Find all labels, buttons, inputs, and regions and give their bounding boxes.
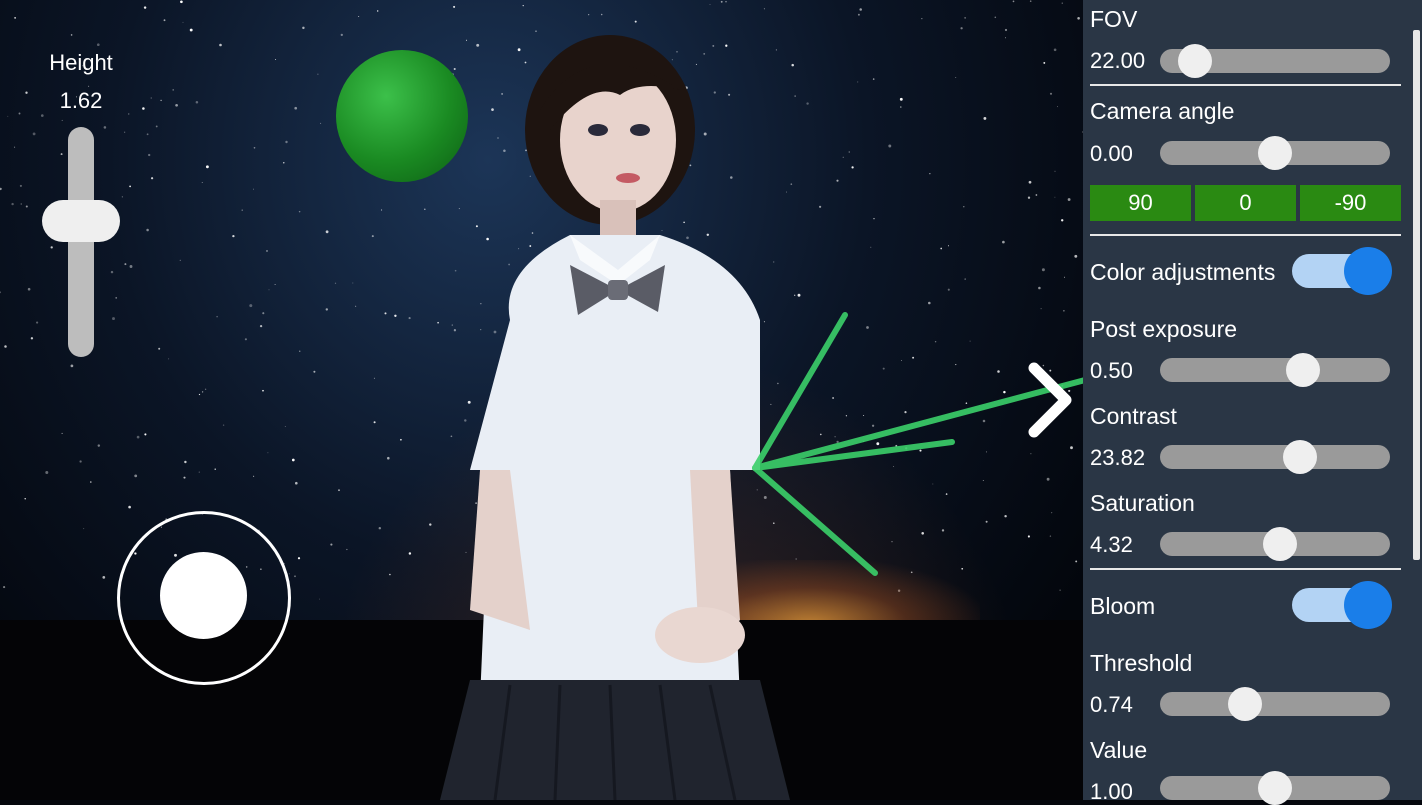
toggle-knob	[1344, 247, 1392, 295]
threshold-slider-thumb[interactable]	[1228, 687, 1263, 721]
value-slider[interactable]	[1160, 771, 1390, 805]
post-exposure-value: 0.50	[1090, 358, 1133, 383]
fov-slider[interactable]	[1160, 44, 1390, 78]
camera-angle-value: 0.00	[1090, 141, 1133, 166]
fov-value: 22.00	[1090, 48, 1146, 73]
camera-angle-slider[interactable]	[1160, 136, 1390, 170]
angle-90-button[interactable]: 90	[1090, 185, 1191, 221]
panel-scrollbar[interactable]	[1413, 30, 1420, 560]
bone-gizmo-rays	[752, 312, 1085, 576]
contrast-slider-thumb[interactable]	[1283, 440, 1318, 474]
fov-label: FOV	[1090, 6, 1138, 32]
post-exposure-slider[interactable]	[1160, 353, 1390, 387]
angle-0-button[interactable]: 0	[1195, 185, 1296, 221]
height-value: 1.62	[59, 88, 103, 113]
divider	[1090, 84, 1401, 86]
game-viewport[interactable]: Height 1.62	[0, 0, 1085, 800]
post-exposure-slider-thumb[interactable]	[1285, 353, 1320, 387]
saturation-slider-thumb[interactable]	[1262, 527, 1297, 561]
divider	[1090, 234, 1401, 236]
bloom-label: Bloom	[1090, 593, 1156, 619]
color-adjustments-toggle[interactable]	[1292, 247, 1392, 295]
threshold-label: Threshold	[1090, 650, 1193, 676]
divider	[1090, 568, 1401, 570]
contrast-value: 23.82	[1090, 445, 1146, 470]
saturation-label: Saturation	[1090, 490, 1195, 516]
threshold-slider[interactable]	[1160, 687, 1390, 721]
saturation-value: 4.32	[1090, 532, 1133, 557]
height-label: Height	[49, 50, 113, 75]
threshold-value: 0.74	[1090, 692, 1133, 717]
angle-minus-90-button[interactable]: -90	[1300, 185, 1401, 221]
settings-panel: FOV 22.00 Camera angle 0.00 90 0 -90 Col…	[1083, 0, 1422, 805]
value-value: 1.00	[1090, 779, 1133, 804]
value-label: Value	[1090, 737, 1148, 763]
color-adjustments-label: Color adjustments	[1090, 259, 1276, 285]
camera-angle-label: Camera angle	[1090, 98, 1235, 124]
camera-angle-slider-thumb[interactable]	[1258, 136, 1292, 170]
post-exposure-label: Post exposure	[1090, 316, 1238, 342]
joystick-icon[interactable]	[160, 552, 247, 639]
height-slider-track[interactable]	[68, 127, 94, 357]
height-slider-thumb[interactable]	[42, 200, 120, 242]
contrast-label: Contrast	[1090, 403, 1177, 429]
saturation-slider[interactable]	[1160, 527, 1390, 561]
contrast-slider[interactable]	[1160, 440, 1390, 474]
toggle-knob	[1344, 581, 1392, 629]
chevron-right-icon[interactable]	[1024, 360, 1074, 440]
bloom-toggle[interactable]	[1292, 581, 1392, 629]
fov-slider-thumb[interactable]	[1177, 44, 1212, 78]
